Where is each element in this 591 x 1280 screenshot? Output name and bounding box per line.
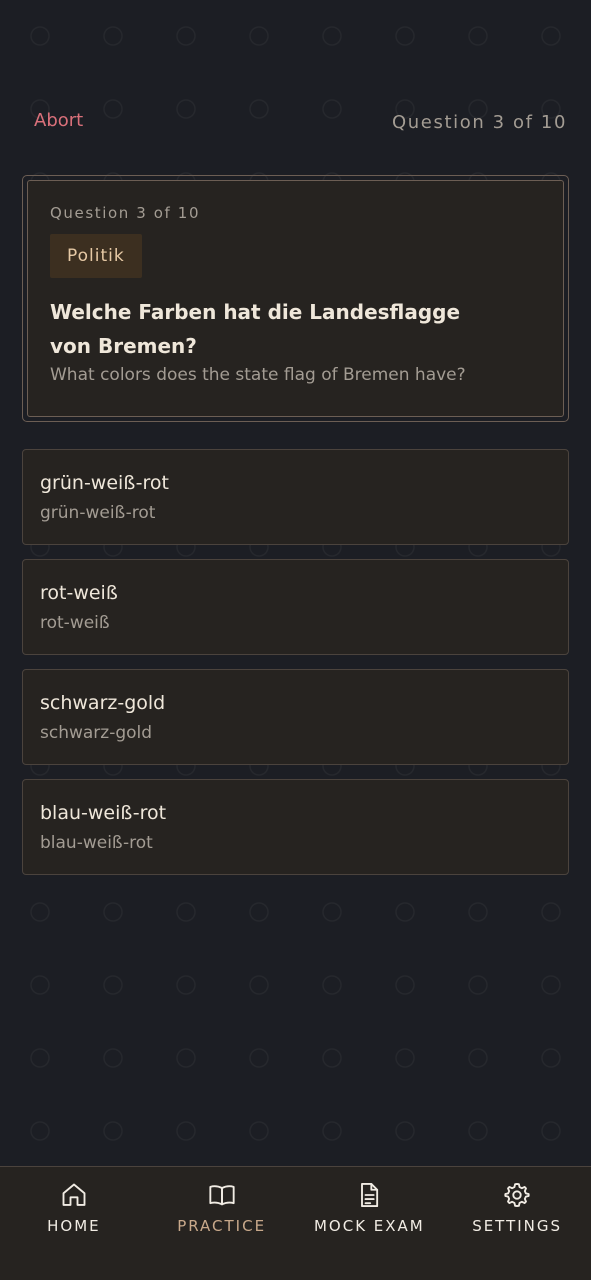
- answer-list: grün-weiß-rot grün-weiß-rot rot-weiß rot…: [22, 449, 569, 889]
- bottom-nav: HOME PRACTICE MOCK EXAM SETTINGS: [0, 1166, 591, 1280]
- gear-icon: [504, 1182, 530, 1208]
- nav-home[interactable]: HOME: [0, 1167, 148, 1280]
- home-icon: [62, 1183, 86, 1206]
- question-text: Welche Farben hat die Landesflagge von B…: [50, 300, 461, 358]
- answer-option[interactable]: blau-weiß-rot blau-weiß-rot: [22, 779, 569, 875]
- abort-button[interactable]: Abort: [34, 110, 83, 131]
- question-number: Question 3 of 10: [50, 204, 201, 222]
- answer-option[interactable]: schwarz-gold schwarz-gold: [22, 669, 569, 765]
- answer-translation: rot-weiß: [40, 613, 110, 633]
- document-icon: [361, 1182, 379, 1208]
- answer-translation: schwarz-gold: [40, 723, 153, 743]
- answer-text: schwarz-gold: [40, 692, 166, 714]
- answer-translation: blau-weiß-rot: [40, 833, 153, 853]
- category-badge: Politik: [50, 234, 142, 278]
- nav-settings-label: SETTINGS: [472, 1217, 563, 1235]
- answer-option[interactable]: grün-weiß-rot grün-weiß-rot: [22, 449, 569, 545]
- answer-text: rot-weiß: [40, 582, 118, 604]
- nav-practice-label: PRACTICE: [177, 1217, 267, 1235]
- nav-mock-exam[interactable]: MOCK EXAM: [296, 1167, 444, 1280]
- question-card: Question 3 of 10 Politik Welche Farben h…: [22, 175, 569, 422]
- question-card-inner: Question 3 of 10 Politik Welche Farben h…: [27, 180, 564, 417]
- question-progress: Question 3 of 10: [392, 112, 567, 133]
- nav-home-label: HOME: [47, 1217, 101, 1235]
- book-icon: [209, 1185, 235, 1206]
- answer-text: blau-weiß-rot: [40, 802, 167, 824]
- answer-text: grün-weiß-rot: [40, 472, 169, 494]
- top-bar: Abort Question 3 of 10: [0, 0, 591, 170]
- answer-option[interactable]: rot-weiß rot-weiß: [22, 559, 569, 655]
- nav-settings[interactable]: SETTINGS: [443, 1167, 591, 1280]
- nav-mock-exam-label: MOCK EXAM: [313, 1217, 425, 1235]
- nav-practice[interactable]: PRACTICE: [148, 1167, 296, 1280]
- question-translation: What colors does the state flag of Breme…: [50, 365, 466, 385]
- answer-translation: grün-weiß-rot: [40, 503, 156, 523]
